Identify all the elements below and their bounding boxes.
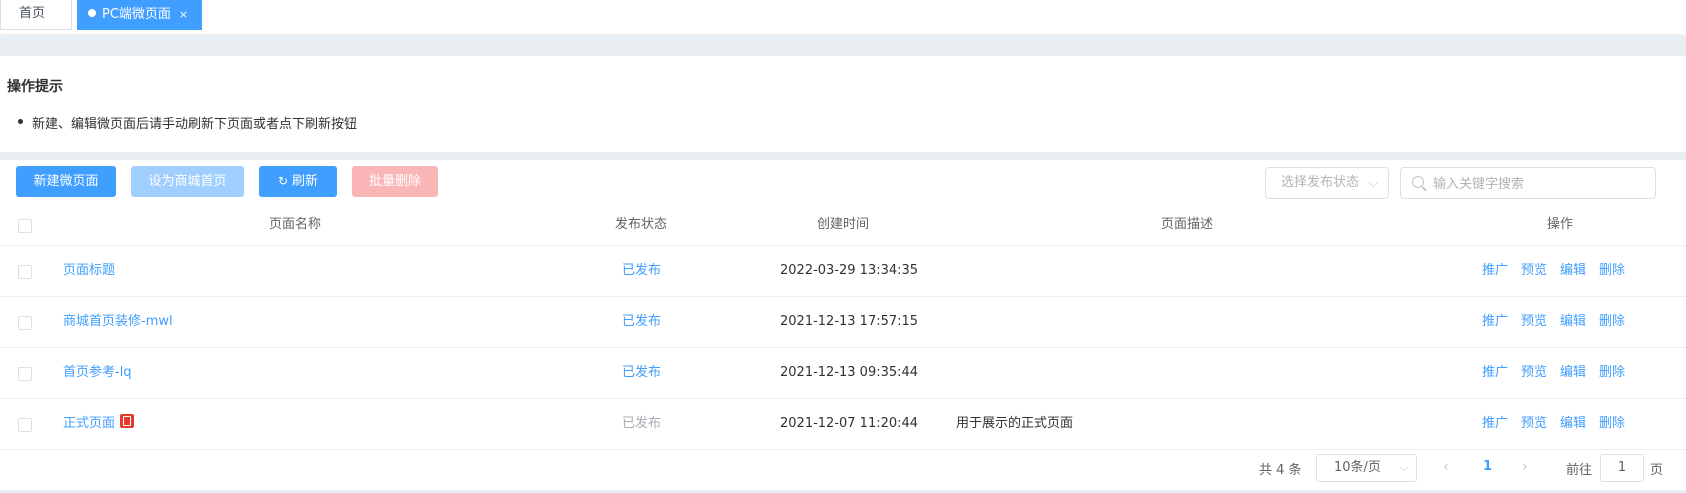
preview-link[interactable]: 预览	[1521, 314, 1547, 329]
refresh-label: 刷新	[292, 174, 319, 189]
operation-tips: 操作提示 新建、编辑微页面后请手动刷新下页面或者点下刷新按钮	[0, 56, 1686, 152]
row-actions: 推广 预览 编辑 删除	[1482, 297, 1638, 347]
batch-delete-button[interactable]: 批量删除	[352, 166, 438, 197]
row-actions: 推广 预览 编辑 删除	[1482, 246, 1638, 296]
page-size-select[interactable]: 10条/页 ⌵	[1316, 454, 1417, 482]
publish-status: 已发布	[622, 365, 662, 380]
preview-link[interactable]: 预览	[1521, 263, 1547, 278]
edit-link[interactable]: 编辑	[1560, 365, 1586, 380]
delete-link[interactable]: 删除	[1599, 416, 1625, 431]
preview-link[interactable]: 预览	[1521, 416, 1547, 431]
prev-page-icon[interactable]: ‹	[1443, 459, 1449, 475]
row-checkbox[interactable]	[18, 265, 32, 279]
page-number-current[interactable]: 1	[1483, 459, 1492, 474]
row-checkbox[interactable]	[18, 367, 32, 381]
publish-status: 已发布	[622, 263, 662, 278]
next-page-icon[interactable]: ›	[1522, 459, 1528, 475]
created-time: 2021-12-07 11:20:44	[780, 416, 919, 431]
search-box	[1400, 167, 1656, 200]
publish-status-select[interactable]: 选择发布状态 ⌵	[1265, 167, 1389, 199]
tags-bar: 首页 PC端微页面 ×	[0, 0, 1686, 34]
col-description: 页面描述	[1161, 217, 1214, 232]
promote-link[interactable]: 推广	[1482, 365, 1508, 380]
page-name-link[interactable]: 正式页面	[63, 416, 115, 431]
refresh-button[interactable]: ↻ 刷新	[259, 166, 337, 197]
page-description: 用于展示的正式页面	[956, 416, 1074, 431]
col-publish-status: 发布状态	[615, 217, 668, 232]
edit-link[interactable]: 编辑	[1560, 314, 1586, 329]
divider	[0, 152, 1686, 160]
goto-label: 前往	[1566, 463, 1593, 478]
tips-title: 操作提示	[7, 79, 63, 95]
col-page-name: 页面名称	[269, 217, 322, 232]
pagination: 共 4 条 10条/页 ⌵ ‹ 1 › 前往 1 页	[0, 453, 1686, 483]
promote-link[interactable]: 推广	[1482, 263, 1508, 278]
table-row: 首页参考-lq 已发布 2021-12-13 09:35:44 推广 预览 编辑 删除	[0, 348, 1686, 399]
edit-link[interactable]: 编辑	[1560, 416, 1586, 431]
delete-link[interactable]: 删除	[1599, 314, 1625, 329]
select-all-checkbox[interactable]	[18, 219, 32, 233]
refresh-icon: ↻	[277, 174, 289, 188]
col-actions: 操作	[1547, 217, 1574, 232]
table-row: 正式页面 已发布 2021-12-07 11:20:44 用于展示的正式页面 推…	[0, 399, 1686, 450]
tab-home[interactable]: 首页	[0, 0, 72, 30]
select-placeholder: 选择发布状态	[1281, 175, 1360, 190]
page-name-link[interactable]: 首页参考-lq	[63, 348, 132, 398]
goto-page-input[interactable]: 1	[1600, 454, 1644, 482]
publish-status: 已发布	[622, 416, 662, 431]
chevron-down-icon: ⌵	[1368, 176, 1378, 190]
promote-link[interactable]: 推广	[1482, 314, 1508, 329]
divider	[0, 36, 1686, 56]
page-name-link[interactable]: 页面标题	[63, 246, 115, 296]
page-name-link[interactable]: 商城首页装修-mwl	[63, 297, 173, 347]
table-row: 页面标题 已发布 2022-03-29 13:34:35 推广 预览 编辑 删除	[0, 246, 1686, 297]
tab-label: PC端微页面	[102, 7, 171, 22]
created-time: 2021-12-13 17:57:15	[780, 314, 919, 329]
active-dot-icon	[88, 9, 96, 17]
chevron-down-icon: ⌵	[1399, 461, 1408, 474]
edit-link[interactable]: 编辑	[1560, 263, 1586, 278]
tips-item: 新建、编辑微页面后请手动刷新下页面或者点下刷新按钮	[17, 113, 357, 132]
row-actions: 推广 预览 编辑 删除	[1482, 399, 1638, 449]
publish-status: 已发布	[622, 314, 662, 329]
created-time: 2022-03-29 13:34:35	[780, 263, 919, 278]
tab-pc-micro-page[interactable]: PC端微页面 ×	[77, 0, 202, 30]
page-name-cell: 正式页面	[63, 399, 135, 449]
micro-page-table: 页面名称 发布状态 创建时间 页面描述 操作 页面标题 已发布 2022-03-…	[0, 205, 1686, 450]
table-row: 商城首页装修-mwl 已发布 2021-12-13 17:57:15 推广 预览编…	[0, 297, 1686, 348]
page-unit-label: 页	[1650, 463, 1664, 478]
delete-link[interactable]: 删除	[1599, 365, 1625, 380]
created-time: 2021-12-13 09:35:44	[780, 365, 919, 380]
preview-link[interactable]: 预览	[1521, 365, 1547, 380]
close-icon[interactable]: ×	[179, 8, 188, 21]
set-store-home-button[interactable]: 设为商城首页	[131, 166, 244, 197]
promote-link[interactable]: 推广	[1482, 416, 1508, 431]
col-created-time: 创建时间	[817, 217, 870, 232]
new-micro-page-button[interactable]: 新建微页面	[16, 166, 116, 197]
search-input[interactable]	[1431, 168, 1650, 200]
total-count: 共 4 条	[1259, 463, 1302, 478]
search-icon	[1412, 176, 1424, 188]
page-size-value: 10条/页	[1334, 460, 1381, 475]
row-checkbox[interactable]	[18, 418, 32, 432]
table-header: 页面名称 发布状态 创建时间 页面描述 操作	[0, 205, 1686, 246]
delete-link[interactable]: 删除	[1599, 263, 1625, 278]
home-page-tag-icon	[120, 414, 135, 428]
row-actions: 推广 预览 编辑 删除	[1482, 348, 1638, 398]
row-checkbox[interactable]	[18, 316, 32, 330]
